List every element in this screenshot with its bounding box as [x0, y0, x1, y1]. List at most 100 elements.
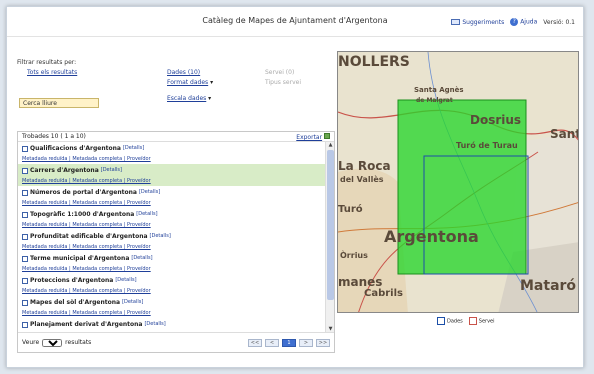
item-title[interactable]: Planejament derivat d'Argentona [Detalls] [22, 319, 322, 330]
details-link[interactable]: [Detalls] [115, 275, 136, 286]
export-button[interactable]: Exportar [296, 133, 330, 141]
mail-icon [451, 19, 461, 25]
map-label: Turó de Turau [456, 140, 518, 150]
map-label: NOLLERS [338, 54, 410, 70]
checkbox-icon[interactable] [22, 233, 28, 240]
all-results-link[interactable]: Tots els resultats [27, 69, 77, 76]
checkbox-icon[interactable] [22, 145, 28, 152]
details-link[interactable]: [Detalls] [139, 187, 160, 198]
list-item[interactable]: Números de portal d'Argentona [Detalls] Me… [18, 186, 326, 208]
details-link[interactable]: [Detalls] [150, 231, 171, 242]
map-label: La Roca [338, 159, 391, 173]
pager-button[interactable]: 1 [282, 338, 296, 347]
list-item[interactable]: Topogràfic 1:1000 d'Argentona [Detalls] Me… [18, 208, 326, 230]
pager-button[interactable]: << [248, 338, 262, 347]
checkbox-icon[interactable] [22, 277, 28, 284]
item-title-text[interactable]: Terme municipal d'Argentona [30, 253, 129, 264]
list-item[interactable]: Terme municipal d'Argentona [Detalls] Meta… [18, 252, 326, 274]
map-label: del Vallès [340, 174, 384, 184]
item-title-text[interactable]: Planejament derivat d'Argentona [30, 319, 142, 330]
scroll-thumb[interactable] [327, 150, 334, 300]
item-title[interactable]: Carrers d'Argentona [Detalls] [22, 165, 322, 176]
legend-servei: Servei [468, 317, 495, 325]
item-title[interactable]: Números de portal d'Argentona [Detalls] [22, 187, 322, 198]
map-label: de Malgrat [416, 97, 453, 104]
map-viewer[interactable]: NOLLERS Santa Agnès de Malgrat Dosrius Turó … [337, 51, 579, 313]
item-links[interactable]: Metadada reduïda | Metadada completa | P… [22, 220, 322, 230]
suggestions-link[interactable]: Suggeriments [451, 19, 504, 26]
checkbox-icon[interactable] [22, 211, 28, 218]
map-canvas[interactable]: NOLLERS Santa Agnès de Malgrat Dosrius Turó … [338, 52, 579, 313]
checkbox-icon[interactable] [22, 255, 28, 262]
dades-filter-link[interactable]: Dades (10) [167, 69, 200, 76]
details-link[interactable]: [Detalls] [136, 209, 157, 220]
format-filter-label[interactable]: Format dades [167, 79, 208, 86]
checkbox-icon[interactable] [22, 299, 28, 306]
checkbox-icon[interactable] [22, 321, 28, 328]
map-label: manes [338, 275, 382, 289]
list-item[interactable]: Profunditat edificable d'Argentona [Detal… [18, 230, 326, 252]
search-input[interactable] [19, 98, 99, 108]
spreadsheet-icon [324, 133, 330, 139]
checkbox-icon[interactable] [22, 167, 28, 174]
item-title[interactable]: Mapes del sòl d'Argentona [Detalls] [22, 297, 322, 308]
map-label: Òrrius [340, 249, 368, 260]
list-item[interactable]: Proteccions d'Argentona [Detalls] Metadada… [18, 274, 326, 296]
escala-filter[interactable]: Escala dades ▾ [167, 95, 211, 102]
version-text: Versió: 0.1 [543, 18, 575, 26]
page-size-select[interactable]: 25 [42, 338, 63, 347]
map-label: Mataró [520, 278, 576, 294]
item-title[interactable]: Topogràfic 1:1000 d'Argentona [Detalls] [22, 209, 322, 220]
checkbox-icon[interactable] [22, 189, 28, 196]
legend-dades: Dades [437, 317, 463, 325]
item-title-text[interactable]: Profunditat edificable d'Argentona [30, 231, 148, 242]
list-item[interactable]: Qualificacions d'Argentona [Detalls] Metad… [18, 142, 326, 164]
details-link[interactable]: [Detalls] [131, 253, 152, 264]
item-links[interactable]: Metadada reduïda | Metadada completa | P… [22, 286, 322, 296]
list-item[interactable]: Mapes del sòl d'Argentona [Detalls] Metada… [18, 296, 326, 318]
item-title[interactable]: Terme municipal d'Argentona [Detalls] [22, 253, 322, 264]
item-links[interactable]: Metadada reduïda | Metadada completa | P… [22, 242, 322, 252]
item-links[interactable]: Metadada reduïda | Metadada completa | P… [22, 154, 322, 164]
details-link[interactable]: [Detalls] [122, 297, 143, 308]
export-label[interactable]: Exportar [296, 134, 322, 141]
list-item[interactable]: Planejament derivat d'Argentona [Detalls]… [18, 318, 326, 332]
escala-filter-label[interactable]: Escala dades [167, 95, 206, 102]
item-title[interactable]: Profunditat edificable d'Argentona [Detal… [22, 231, 322, 242]
chevron-down-icon: ▾ [206, 95, 212, 102]
item-title-text[interactable]: Proteccions d'Argentona [30, 275, 113, 286]
details-link[interactable]: [Detalls] [101, 165, 122, 176]
details-link[interactable]: [Detalls] [144, 319, 165, 330]
pager: Veure 25 resultats << <1 > >> [18, 332, 334, 352]
item-title-text[interactable]: Mapes del sòl d'Argentona [30, 297, 120, 308]
chevron-down-icon: ▾ [208, 79, 214, 86]
pager-button[interactable]: >> [316, 338, 330, 347]
servei-filter: Servei (0) [265, 69, 295, 76]
legend-servei-label: Servei [478, 318, 495, 325]
results-scrollbar[interactable]: ▲ ▼ [325, 142, 334, 332]
help-label[interactable]: Ajuda [520, 19, 537, 26]
filter-panel: Filtrar resultats per: Tots els resultat… [17, 59, 333, 108]
details-link[interactable]: [Detalls] [123, 143, 144, 154]
item-title[interactable]: Qualificacions d'Argentona [Detalls] [22, 143, 322, 154]
help-link[interactable]: ? Ajuda [510, 18, 537, 26]
list-item[interactable]: Carrers d'Argentona [Detalls] Metadada red… [18, 164, 326, 186]
format-filter[interactable]: Format dades ▾ [167, 79, 213, 86]
item-links[interactable]: Metadada reduïda | Metadada completa | P… [22, 308, 322, 318]
item-links[interactable]: Metadada reduïda | Metadada completa | P… [22, 198, 322, 208]
item-title-text[interactable]: Carrers d'Argentona [30, 165, 99, 176]
top-links: Suggeriments ? Ajuda Versió: 0.1 [451, 18, 575, 26]
red-square-icon [468, 317, 477, 325]
suggestions-label[interactable]: Suggeriments [462, 19, 504, 26]
pager-suffix: resultats [65, 339, 92, 346]
item-links[interactable]: Metadada reduïda | Metadada completa | P… [22, 176, 322, 186]
item-links[interactable]: Metadada reduïda | Metadada completa | P… [22, 264, 322, 274]
map-label: Argentona [384, 227, 479, 246]
item-title-text[interactable]: Qualificacions d'Argentona [30, 143, 121, 154]
scroll-up-icon[interactable]: ▲ [327, 142, 334, 148]
item-title-text[interactable]: Números de portal d'Argentona [30, 187, 137, 198]
pager-button[interactable]: < [265, 338, 279, 347]
item-title-text[interactable]: Topogràfic 1:1000 d'Argentona [30, 209, 134, 220]
pager-button[interactable]: > [299, 338, 313, 347]
item-title[interactable]: Proteccions d'Argentona [Detalls] [22, 275, 322, 286]
